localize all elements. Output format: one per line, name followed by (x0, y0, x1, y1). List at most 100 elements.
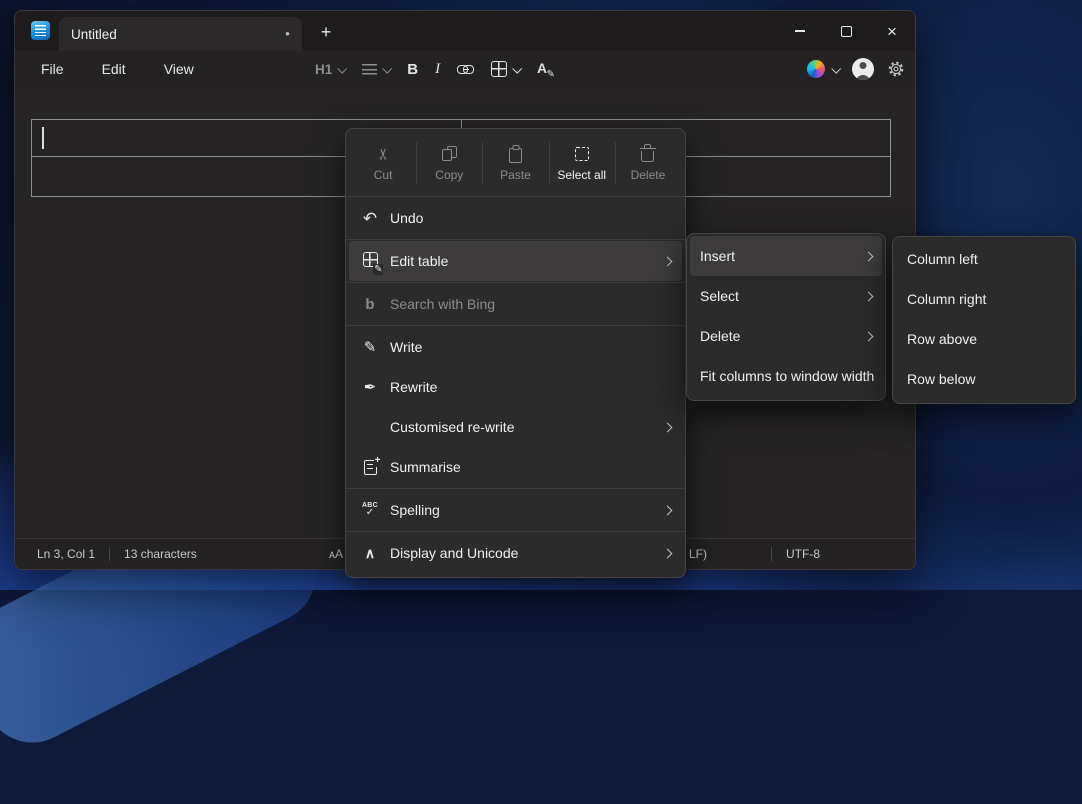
maximize-button[interactable] (823, 11, 869, 51)
insert-submenu: Column left Column right Row above Row b… (892, 236, 1076, 404)
context-menu: ✂ Cut Copy Paste Select all Delete ↶ Und… (345, 128, 686, 578)
chevron-down-icon (512, 63, 522, 73)
bold-icon: B (407, 61, 418, 78)
submenu-item-column-left[interactable]: Column left (893, 239, 1075, 279)
menu-file[interactable]: File (29, 57, 76, 81)
trash-icon (641, 151, 654, 163)
menu-item-customised-re-write[interactable]: Customised re-write (346, 407, 685, 447)
copilot-icon (807, 60, 825, 78)
font-size-indicator: ᴀA (329, 539, 343, 569)
line-ending-indicator: LF) (689, 539, 707, 569)
status-divider (109, 547, 110, 561)
copy-icon (442, 146, 457, 161)
undo-icon: ↶ (363, 210, 377, 227)
rewrite-quill-icon: ✒ (364, 378, 377, 396)
titlebar: Untitled ● + × (15, 11, 915, 51)
edit-table-icon: ✎ (363, 252, 378, 270)
chevron-right-icon (663, 505, 673, 515)
action-label: Copy (435, 168, 463, 182)
italic-button[interactable]: I (435, 61, 440, 78)
paste-button[interactable]: Paste (482, 133, 548, 193)
status-divider (771, 547, 772, 561)
minimize-button[interactable] (777, 11, 823, 51)
menu-separator (346, 325, 685, 326)
table-icon (491, 61, 507, 77)
menu-view[interactable]: View (152, 57, 206, 81)
select-all-icon (575, 147, 589, 161)
bold-button[interactable]: B (407, 61, 418, 78)
insert-link-button[interactable] (457, 64, 474, 74)
close-button[interactable]: × (869, 11, 915, 51)
chevron-down-icon (831, 63, 841, 73)
menu-separator (346, 488, 685, 489)
submenu-item-row-above[interactable]: Row above (893, 319, 1075, 359)
edit-table-submenu: Insert Select Delete Fit columns to wind… (686, 233, 886, 401)
chevron-right-icon (663, 422, 673, 432)
paste-icon (509, 148, 522, 163)
bing-icon: b (365, 296, 374, 313)
clipboard-actions-row: ✂ Cut Copy Paste Select all Delete (346, 131, 685, 195)
formatting-toolbar: H1 B I A ✎ (315, 51, 547, 87)
right-toolbar (807, 51, 905, 87)
submenu-item-delete[interactable]: Delete (687, 316, 885, 356)
menu-item-search-with-bing[interactable]: b Search with Bing (346, 284, 685, 324)
tab-title: Untitled (71, 27, 117, 42)
caret-hat-icon: ∧ (365, 545, 375, 562)
minimize-icon (795, 30, 805, 31)
settings-button[interactable] (887, 60, 905, 78)
gear-icon (887, 60, 905, 78)
menu-item-write[interactable]: ✎ Write (346, 327, 685, 367)
menu-separator (346, 239, 685, 240)
chevron-right-icon (864, 291, 874, 301)
menu-item-rewrite[interactable]: ✒ Rewrite (346, 367, 685, 407)
copilot-rewrite-button[interactable]: A ✎ (537, 60, 547, 78)
menu-item-summarise[interactable]: + Summarise (346, 447, 685, 487)
submenu-item-column-right[interactable]: Column right (893, 279, 1075, 319)
encoding-indicator: UTF-8 (786, 539, 820, 569)
spelling-icon: ABC✓ (362, 502, 378, 518)
submenu-item-row-below[interactable]: Row below (893, 359, 1075, 399)
chevron-right-icon (663, 548, 673, 558)
select-all-button[interactable]: Select all (549, 133, 615, 193)
summarise-icon: + (364, 460, 377, 475)
delete-button[interactable]: Delete (615, 133, 681, 193)
submenu-item-insert[interactable]: Insert (690, 236, 882, 276)
menu-item-edit-table[interactable]: ✎ Edit table (349, 241, 682, 281)
new-tab-button[interactable]: + (313, 19, 339, 45)
menu-separator (346, 196, 685, 197)
unsaved-indicator-dot: ● (285, 30, 290, 38)
chevron-right-icon (864, 331, 874, 341)
tab-untitled[interactable]: Untitled ● (59, 17, 302, 51)
action-label: Delete (631, 168, 666, 182)
menu-toolbar-row: File Edit View H1 B I (15, 51, 915, 87)
italic-icon: I (435, 61, 440, 78)
action-label: Select all (557, 168, 606, 182)
submenu-item-fit-columns[interactable]: Fit columns to window width (687, 356, 885, 396)
menu-item-display-and-unicode[interactable]: ∧ Display and Unicode (346, 533, 685, 573)
maximize-icon (841, 26, 852, 37)
close-icon: × (887, 23, 897, 40)
menu-edit[interactable]: Edit (90, 57, 138, 81)
cut-icon: ✂ (374, 147, 392, 160)
cursor-position: Ln 3, Col 1 (37, 547, 95, 561)
menu-separator (346, 531, 685, 532)
heading-label: H1 (315, 62, 332, 77)
submenu-item-select[interactable]: Select (687, 276, 885, 316)
character-count: 13 characters (124, 547, 197, 561)
table-dropdown[interactable] (491, 61, 520, 77)
heading-style-dropdown[interactable]: H1 (315, 62, 345, 77)
notepad-app-icon (31, 21, 50, 40)
list-dropdown[interactable] (362, 63, 390, 75)
copilot-dropdown[interactable] (807, 60, 839, 78)
chevron-down-icon (338, 63, 348, 73)
copy-button[interactable]: Copy (416, 133, 482, 193)
chevron-down-icon (383, 63, 393, 73)
account-avatar[interactable] (852, 58, 874, 80)
text-caret (42, 127, 44, 149)
cut-button[interactable]: ✂ Cut (350, 133, 416, 193)
menu-separator (346, 282, 685, 283)
menu-item-spelling[interactable]: ABC✓ Spelling (346, 490, 685, 530)
action-label: Cut (374, 168, 393, 182)
menu-item-undo[interactable]: ↶ Undo (346, 198, 685, 238)
list-icon (362, 63, 377, 75)
